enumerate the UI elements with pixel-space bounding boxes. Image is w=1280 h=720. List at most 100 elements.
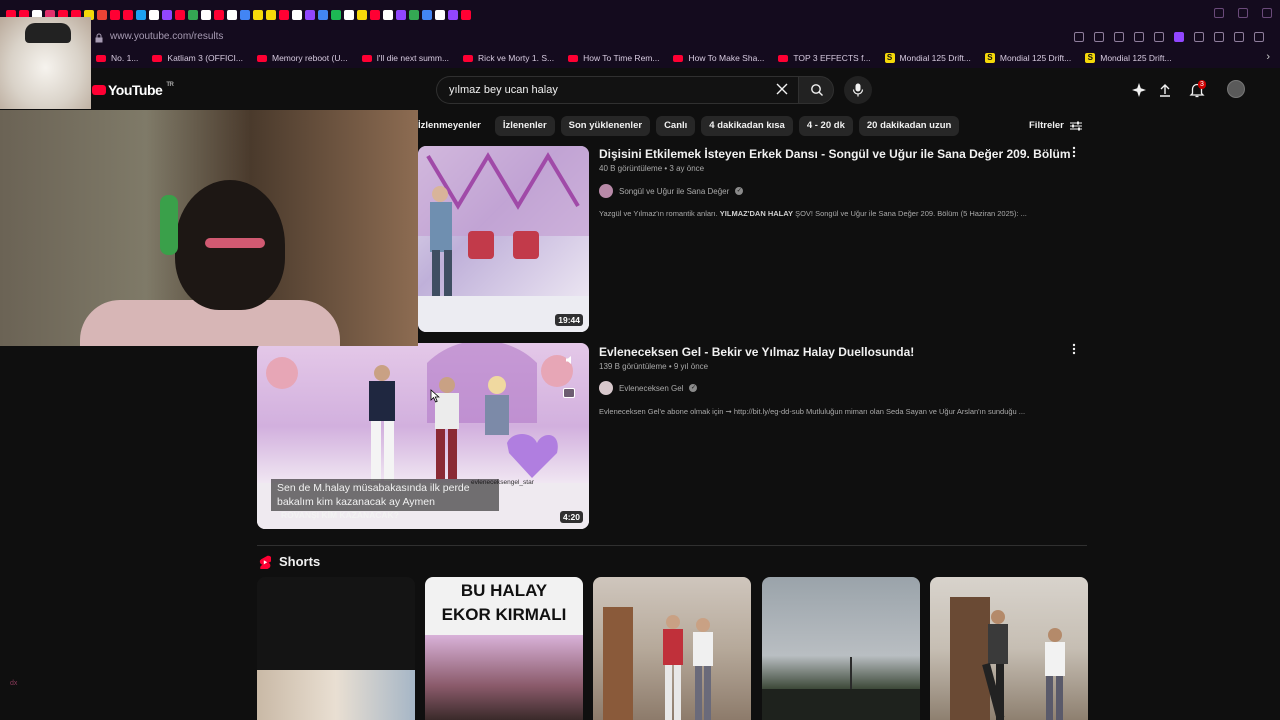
s-favicon-icon: S	[884, 53, 895, 63]
bookmark-item[interactable]: Memory reboot (U...	[256, 53, 348, 63]
tab-favicon-icon[interactable]	[357, 10, 367, 20]
bookmark-item[interactable]: TOP 3 EFFECTS f...	[778, 53, 871, 63]
tab-favicon-icon[interactable]	[110, 10, 120, 20]
lock-icon	[95, 33, 103, 43]
filter-chip[interactable]: 20 dakikadan uzun	[858, 116, 960, 136]
bookmark-item[interactable]: S Mondial 125 Drift...	[984, 53, 1071, 63]
heart-icon[interactable]	[1154, 32, 1164, 42]
tab-favicon-icon[interactable]	[266, 10, 276, 20]
tab-favicon-icon[interactable]	[422, 10, 432, 20]
short-thumbnail[interactable]	[257, 577, 415, 720]
glasses-glow	[205, 238, 265, 248]
video-title[interactable]: Dişisini Etkilemek İsteyen Erkek Dansı -…	[599, 147, 1071, 161]
youtube-logo[interactable]: YouTube TR	[92, 82, 174, 98]
close-icon[interactable]	[1262, 8, 1272, 18]
mute-icon[interactable]	[565, 355, 575, 365]
bookmark-item[interactable]: S Mondial 125 Drift...	[1085, 53, 1172, 63]
closed-captions-icon[interactable]	[563, 388, 575, 398]
tab-favicon-icon[interactable]	[331, 10, 341, 20]
chip-unwatched[interactable]: İzlenmeyenler	[418, 116, 489, 136]
bookmark-item[interactable]: I'll die next summ...	[361, 53, 449, 63]
search-input[interactable]: yılmaz bey ucan halay	[436, 76, 798, 104]
bookmarks-more-icon[interactable]: ›	[1266, 51, 1270, 63]
side-overlay-text: dx	[10, 680, 18, 687]
tab-favicon-icon[interactable]	[292, 10, 302, 20]
tab-favicon-icon[interactable]	[175, 10, 185, 20]
share-icon[interactable]	[1214, 32, 1224, 42]
channel-name[interactable]: Evleneceksen Gel	[619, 384, 683, 393]
filters-button[interactable]: Filtreler	[1029, 120, 1082, 131]
video-title[interactable]: Evleneceksen Gel - Bekir ve Yılmaz Halay…	[599, 345, 914, 359]
bookmark-label: How To Make Sha...	[688, 53, 765, 63]
account-avatar[interactable]	[1227, 80, 1245, 98]
channel-avatar[interactable]	[599, 184, 613, 198]
tab-favicon-icon[interactable]	[149, 10, 159, 20]
channel-avatar[interactable]	[599, 381, 613, 395]
tab-favicon-icon[interactable]	[201, 10, 211, 20]
bookmark-item[interactable]: S Mondial 125 Drift...	[884, 53, 971, 63]
tab-favicon-icon[interactable]	[448, 10, 458, 20]
tab-favicon-icon[interactable]	[318, 10, 328, 20]
channel-link[interactable]: Songül ve Uğur ile Sana Değer ✓	[599, 184, 744, 198]
bookmark-item[interactable]: Rick ve Morty 1. S...	[463, 53, 554, 63]
youtube-favicon-icon	[256, 54, 267, 62]
maximize-icon[interactable]	[1238, 8, 1248, 18]
video-thumbnail[interactable]: 19:44	[418, 146, 589, 332]
tab-favicon-icon[interactable]	[370, 10, 380, 20]
upload-icon[interactable]	[1157, 82, 1173, 98]
tab-favicon-icon[interactable]	[227, 10, 237, 20]
download-icon[interactable]	[1234, 32, 1244, 42]
channel-name[interactable]: Songül ve Uğur ile Sana Değer	[619, 187, 729, 196]
clear-search-icon[interactable]	[774, 81, 790, 97]
tab-favicon-icon[interactable]	[344, 10, 354, 20]
tab-favicon-icon[interactable]	[162, 10, 172, 20]
bookmark-star-icon[interactable]	[1074, 32, 1084, 42]
url-text[interactable]: www.youtube.com/results	[110, 31, 223, 42]
search-query-text[interactable]: yılmaz bey ucan halay	[449, 84, 558, 96]
tab-favicon-icon[interactable]	[136, 10, 146, 20]
tab-favicon-icon[interactable]	[188, 10, 198, 20]
video-thumbnail[interactable]: evleneceksengel_star ROVANŞI KİM KAZANAC…	[257, 343, 589, 529]
tab-favicon-icon[interactable]	[214, 10, 224, 20]
bookmark-item[interactable]: How To Make Sha...	[673, 53, 764, 63]
video-meta: 40 B görüntüleme • 3 ay önce	[599, 164, 705, 173]
voice-search-button[interactable]	[844, 76, 872, 104]
tab-favicon-icon[interactable]	[97, 10, 107, 20]
gemini-icon[interactable]	[1131, 82, 1147, 98]
filter-chip[interactable]: 4 dakikadan kısa	[701, 116, 793, 136]
filter-chip[interactable]: 4 - 20 dk	[798, 116, 853, 136]
short-thumbnail[interactable]	[762, 577, 920, 720]
tab-favicon-icon[interactable]	[461, 10, 471, 20]
filter-chip[interactable]: İzlenenler	[494, 116, 555, 136]
tab-favicon-icon[interactable]	[409, 10, 419, 20]
tab-favicon-icon[interactable]	[240, 10, 250, 20]
short-thumbnail[interactable]	[593, 577, 751, 720]
tab-favicon-icon[interactable]	[396, 10, 406, 20]
bookmark-item[interactable]: Katliam 3 (OFFICI...	[152, 53, 243, 63]
tab-favicon-icon[interactable]	[435, 10, 445, 20]
channel-link[interactable]: Evleneceksen Gel ✓	[599, 381, 698, 395]
play-icon[interactable]	[1134, 32, 1144, 42]
address-bar[interactable]: www.youtube.com/results	[0, 30, 1280, 48]
tab-favicon-icon[interactable]	[383, 10, 393, 20]
youtube-header: YouTube TR yılmaz bey ucan halay 3	[0, 68, 1280, 112]
minimize-icon[interactable]	[1214, 8, 1224, 18]
puzzle-icon[interactable]	[1194, 32, 1204, 42]
filter-chip[interactable]: Canlı	[656, 116, 696, 136]
more-options-icon[interactable]	[1070, 343, 1078, 355]
more-options-icon[interactable]	[1070, 146, 1078, 158]
tab-favicon-icon[interactable]	[279, 10, 289, 20]
twitch-icon[interactable]	[1174, 32, 1184, 42]
screenshot-icon[interactable]	[1094, 32, 1104, 42]
menu-icon[interactable]	[1254, 32, 1264, 42]
tab-favicon-icon[interactable]	[305, 10, 315, 20]
bookmark-item[interactable]: No. 1...	[96, 53, 138, 63]
bookmark-item[interactable]: How To Time Rem...	[568, 53, 659, 63]
tab-favicon-icon[interactable]	[253, 10, 263, 20]
tab-favicon-icon[interactable]	[123, 10, 133, 20]
search-button[interactable]	[798, 76, 834, 104]
filter-chip[interactable]: Son yüklenenler	[560, 116, 651, 136]
short-thumbnail[interactable]	[930, 577, 1088, 720]
short-thumbnail[interactable]: BU HALAY EKOR KIRMALI	[425, 577, 583, 720]
shield-icon[interactable]	[1114, 32, 1124, 42]
